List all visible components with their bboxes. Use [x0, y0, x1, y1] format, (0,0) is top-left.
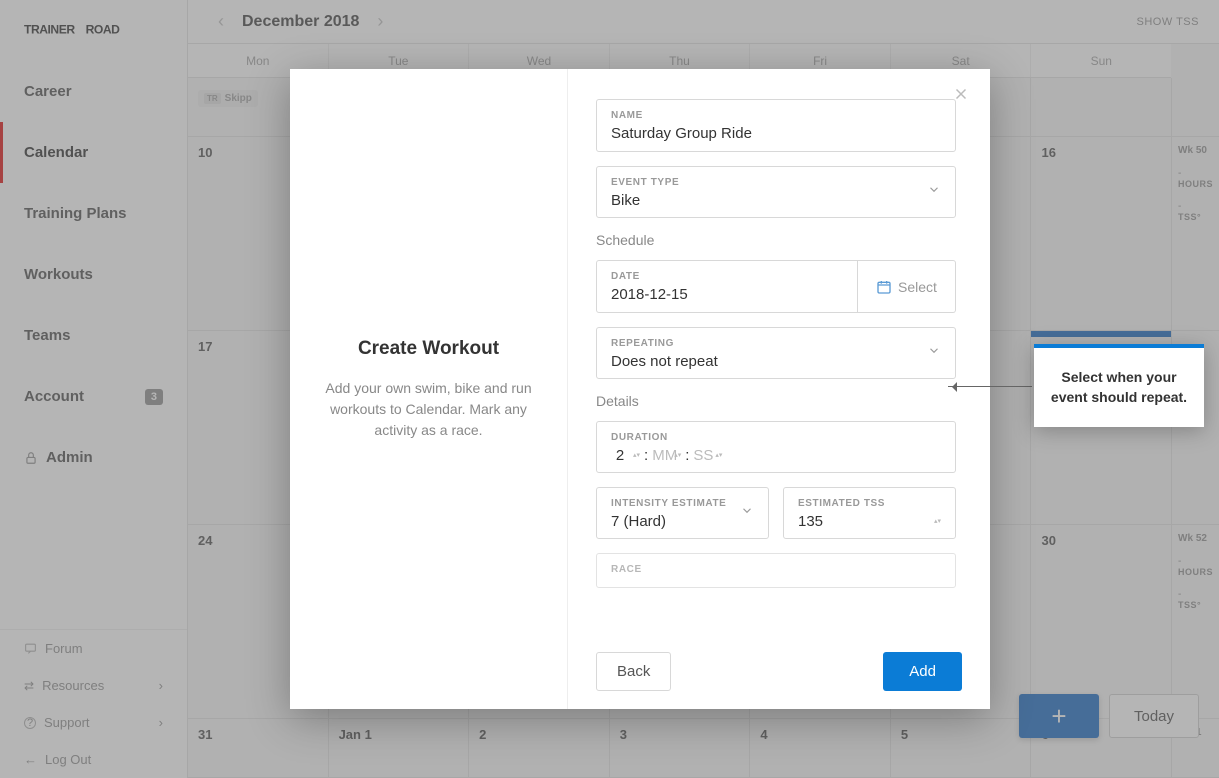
calendar-icon [876, 279, 892, 295]
name-field[interactable]: NAME [596, 99, 956, 152]
modal-subtitle: Add your own swim, bike and run workouts… [318, 378, 539, 441]
intensity-select[interactable]: INTENSITY ESTIMATE 7 (Hard) [596, 487, 769, 539]
add-button[interactable]: Add [883, 652, 962, 691]
race-field[interactable]: RACE [596, 553, 956, 588]
chevron-down-icon [927, 183, 941, 202]
spinner-icon[interactable]: ▴▾ [674, 453, 681, 459]
date-field[interactable]: DATE [596, 260, 858, 313]
duration-hours-input[interactable]: 2 [611, 447, 629, 464]
intensity-value: 7 (Hard) [611, 513, 754, 530]
section-label: Schedule [596, 232, 956, 248]
field-label: DURATION [611, 432, 941, 443]
tss-field[interactable]: ESTIMATED TSS 135 ▴▾ [783, 487, 956, 539]
date-row: DATE Select [596, 260, 956, 313]
section-label: Details [596, 393, 956, 409]
form-scroll[interactable]: NAME EVENT TYPE Bike Schedule DATE Selec… [596, 99, 962, 638]
tooltip: Select when your event should repeat. [1034, 344, 1204, 427]
two-col-row: INTENSITY ESTIMATE 7 (Hard) ESTIMATED TS… [596, 487, 956, 553]
modal-left-panel: Create Workout Add your own swim, bike a… [290, 69, 568, 709]
spinner-icon[interactable]: ▴▾ [715, 453, 722, 459]
repeating-value: Does not repeat [611, 353, 941, 370]
create-workout-modal: Create Workout Add your own swim, bike a… [290, 69, 990, 709]
field-label: DATE [611, 271, 843, 282]
tooltip-arrow [948, 386, 1032, 387]
spinner-icon[interactable]: ▴▾ [934, 519, 941, 525]
duration-field[interactable]: DURATION 2▴▾ : MM▴▾ : SS▴▾ [596, 421, 956, 473]
duration-seconds-input[interactable]: SS [693, 447, 711, 464]
tss-input[interactable]: 135 [798, 513, 823, 530]
modal-title: Create Workout [318, 338, 539, 360]
date-input[interactable] [611, 286, 843, 303]
field-label: REPEATING [611, 338, 941, 349]
chevron-down-icon [740, 504, 754, 523]
select-label: Select [898, 279, 937, 295]
duration-inputs: 2▴▾ : MM▴▾ : SS▴▾ [611, 447, 941, 464]
duration-minutes-input[interactable]: MM [652, 447, 670, 464]
event-type-select[interactable]: EVENT TYPE Bike [596, 166, 956, 218]
field-label: INTENSITY ESTIMATE [611, 498, 754, 509]
chevron-down-icon [927, 344, 941, 363]
field-label: ESTIMATED TSS [798, 498, 941, 509]
name-input[interactable] [611, 125, 941, 142]
modal-right-panel: NAME EVENT TYPE Bike Schedule DATE Selec… [568, 69, 990, 709]
field-label: RACE [611, 564, 941, 575]
modal-footer: Back Add [596, 638, 962, 691]
field-label: NAME [611, 110, 941, 121]
repeating-select[interactable]: REPEATING Does not repeat [596, 327, 956, 379]
spinner-icon[interactable]: ▴▾ [633, 453, 640, 459]
back-button[interactable]: Back [596, 652, 671, 691]
field-label: EVENT TYPE [611, 177, 941, 188]
date-picker-button[interactable]: Select [858, 260, 956, 313]
event-type-value: Bike [611, 192, 941, 209]
